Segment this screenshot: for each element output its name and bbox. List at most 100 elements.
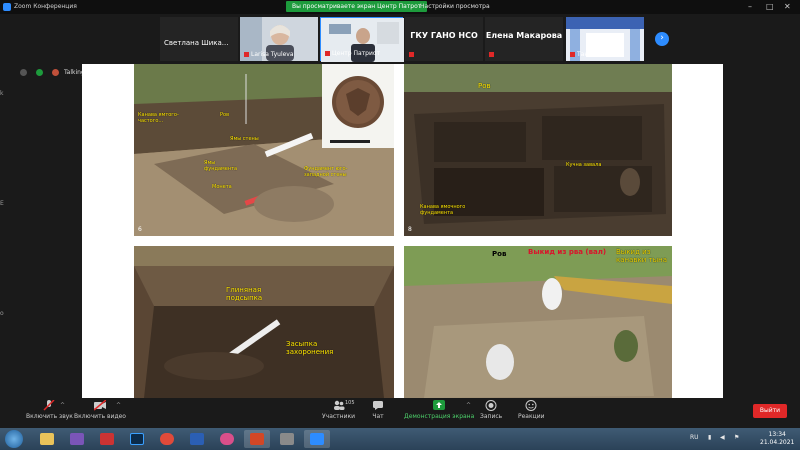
powerpoint-taskbar-button[interactable] [244, 430, 270, 448]
photo4-label: Выкид из рва (вал) [528, 248, 607, 256]
participant-name: ГКУ ГАНО НСО [410, 31, 478, 40]
participant-name: Елена Макарова [485, 31, 563, 40]
participant-tile[interactable]: Светлана Шика... [160, 17, 238, 61]
coin-image [330, 76, 384, 143]
flag-icon[interactable]: ⚑ [734, 434, 739, 441]
participant-strip: Светлана Шика... Larisa Tyuleva Центр Па… [0, 14, 800, 64]
photo2-number: 8 [408, 226, 412, 233]
participant-name: Центр Патриот [325, 50, 380, 57]
clock[interactable]: 13:34 21.04.2021 [760, 431, 794, 447]
excavation-photo-1: Канава ямтого-частого... Ров Ямы фундаме… [134, 64, 394, 236]
start-video-label: Включить видео [74, 413, 126, 420]
audio-options-chevron-icon[interactable]: ^ [60, 402, 65, 409]
desktop-fragment: о [0, 310, 4, 317]
tools-taskbar-button[interactable] [274, 430, 300, 448]
network-icon[interactable]: ▮ [708, 434, 711, 441]
browser-taskbar-button[interactable] [214, 430, 240, 448]
photo1-label: Ямы стены [230, 136, 259, 142]
participant-mic [489, 51, 496, 58]
muted-mic-icon [409, 52, 414, 57]
photo1-label: Канава ямтого-частого... [138, 112, 179, 124]
coin-inset [322, 64, 394, 148]
desktop-fragment: Е [0, 200, 4, 207]
photoshop-taskbar-button[interactable] [124, 430, 150, 448]
maximize-icon[interactable]: □ [766, 2, 774, 12]
photo3-label: Засыпка захоронения [286, 340, 334, 356]
reactions-label: Реакции [518, 413, 545, 420]
start-button-icon[interactable] [5, 430, 23, 448]
chat-button[interactable]: Чат [372, 400, 384, 420]
record-button[interactable]: Запись [480, 400, 502, 420]
photo1-number: 6 [138, 226, 142, 233]
chrome-taskbar-button[interactable] [154, 430, 180, 448]
record-label: Запись [480, 413, 503, 420]
meeting-info-bar: Talking [0, 64, 85, 80]
reactions-icon [525, 400, 537, 411]
word-taskbar-button[interactable] [184, 430, 210, 448]
language-indicator[interactable]: RU [690, 434, 699, 441]
close-icon[interactable]: ✕ [784, 2, 791, 12]
browser-icon [220, 433, 234, 445]
photo4-label: Выкид из канавки тына [616, 248, 667, 264]
share-screen-icon [433, 400, 446, 410]
photo1-label: Фундамент юго-западной стены [304, 166, 348, 178]
participants-count: 105 [345, 400, 355, 406]
leave-meeting-button[interactable]: Выйти [753, 404, 787, 418]
clock-date: 21.04.2021 [760, 439, 795, 446]
muted-mic-icon [570, 52, 575, 57]
photo2-label: Ров [478, 82, 491, 90]
share-screen-button[interactable]: Демонстрация экрана [404, 400, 474, 420]
photo1-label: Ямы фундамента [204, 160, 238, 172]
mail-taskbar-button[interactable] [94, 430, 120, 448]
video-off-icon [93, 400, 106, 411]
minimize-icon[interactable]: – [748, 2, 752, 12]
explorer-taskbar-button[interactable] [34, 430, 60, 448]
participant-tile[interactable]: ГКУ ГАНО НСО [405, 17, 483, 61]
talking-indicator-icon [52, 69, 59, 76]
participant-name: Таня [570, 51, 592, 58]
excavation-photo-3: Глиняная подсыпка Засыпка захоронения [134, 246, 394, 398]
folder-icon [40, 433, 54, 445]
media-taskbar-button[interactable] [64, 430, 90, 448]
tools-icon [280, 433, 294, 445]
participant-tile-active[interactable]: Центр Патриот [320, 17, 404, 62]
desktop-fragment: k [0, 90, 4, 97]
muted-mic-icon [244, 52, 249, 57]
zoom-taskbar-button[interactable] [304, 430, 330, 448]
photo2-label: Канава ямочного фундамента [420, 204, 466, 216]
participant-tile[interactable]: Таня [566, 17, 644, 61]
excavation-photo-4-image [404, 246, 672, 398]
unmute-label: Включить звук [26, 413, 73, 420]
media-player-icon [70, 433, 84, 445]
video-options-chevron-icon[interactable]: ^ [116, 402, 121, 409]
muted-mic-icon [489, 52, 494, 57]
chrome-icon [160, 433, 174, 445]
photo1-label: Ров [220, 112, 230, 118]
photo4-label: Ров [492, 250, 507, 258]
share-screen-label: Демонстрация экрана [404, 413, 475, 420]
record-icon [485, 400, 497, 411]
chat-icon [373, 401, 383, 410]
volume-icon[interactable]: ◀ [720, 434, 725, 441]
photo3-label: Глиняная подсыпка [226, 286, 263, 302]
reactions-button[interactable]: Реакции [518, 400, 545, 420]
next-page-chevron-icon[interactable]: › [655, 32, 669, 46]
view-options-menu[interactable]: Настройки просмотра [420, 3, 490, 10]
unmute-button[interactable]: Включить звук [26, 400, 73, 420]
share-options-chevron-icon[interactable]: ^ [466, 402, 471, 409]
screen-share-banner: Вы просматриваете экран Центр Патрот [286, 1, 428, 12]
powerpoint-icon [250, 433, 264, 445]
participants-icon [333, 400, 345, 410]
zoom-app-icon [3, 3, 11, 11]
info-icon[interactable] [20, 69, 27, 76]
participants-label: Участники [322, 413, 356, 420]
participant-tile[interactable]: Larisa Tyuleva [240, 17, 318, 61]
shared-screen-slide: Канава ямтого-частого... Ров Ямы фундаме… [82, 64, 723, 398]
excavation-photo-4: Ров Выкид из рва (вал) Выкид из канавки … [404, 246, 672, 398]
participant-tile[interactable]: Елена Макарова [485, 17, 563, 61]
window-title: Zoom Конференция [14, 3, 77, 10]
shield-icon[interactable] [36, 69, 43, 76]
zoom-window: Zoom Конференция Вы просматриваете экран… [0, 0, 800, 450]
mail-icon [100, 433, 114, 445]
participant-name: Larisa Tyuleva [244, 51, 294, 58]
